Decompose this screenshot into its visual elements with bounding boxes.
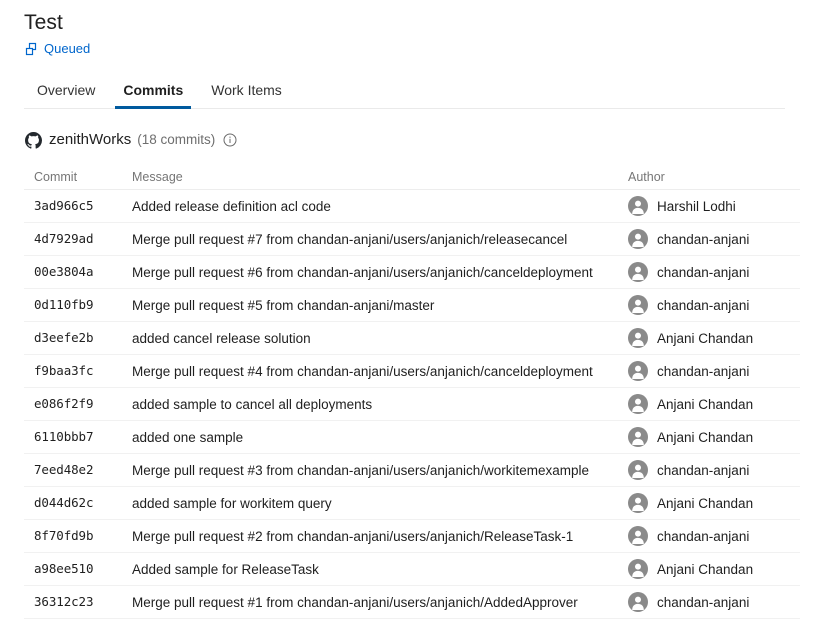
avatar [628,559,648,579]
commit-hash[interactable]: 00e3804a [24,264,128,280]
commit-hash[interactable]: 4d7929ad [24,231,128,247]
commit-message: Added sample for ReleaseTask [128,561,628,578]
commit-author-cell: Harshil Lodhi [628,196,800,216]
build-status-row[interactable]: Queued [24,40,824,58]
commit-message: Merge pull request #7 from chandan-anjan… [128,231,628,248]
table-row[interactable]: d3eefe2badded cancel release solution Anj… [24,322,800,355]
commit-hash[interactable]: 3ad966c5 [24,198,128,214]
commits-page: Test Queued Overview Commits Work Items … [0,0,824,616]
avatar [628,427,648,447]
avatar [628,196,648,216]
table-header-row: Commit Message Author [24,164,800,190]
commit-author-cell: Anjani Chandan [628,328,800,348]
commit-hash[interactable]: d044d62c [24,495,128,511]
table-row[interactable]: e086f2f9added sample to cancel all deplo… [24,388,800,421]
commit-message: Merge pull request #5 from chandan-anjan… [128,297,628,314]
commit-author-cell: chandan-anjani [628,460,800,480]
repository-name: zenithWorks [49,130,131,150]
avatar [628,592,648,612]
page-header: Test Queued [0,0,824,58]
commit-message: Merge pull request #4 from chandan-anjan… [128,363,628,380]
commit-author-name: Anjani Chandan [657,495,753,512]
commit-hash[interactable]: 7eed48e2 [24,462,128,478]
commit-author-cell: chandan-anjani [628,592,800,612]
table-body: 3ad966c5Added release definition acl cod… [24,190,800,619]
commit-author-name: Anjani Chandan [657,429,753,446]
commit-author-name: chandan-anjani [657,264,749,281]
commit-message: added one sample [128,429,628,446]
commit-hash[interactable]: d3eefe2b [24,330,128,346]
table-row[interactable]: 8f70fd9bMerge pull request #2 from chand… [24,520,800,553]
queued-stack-icon [24,42,38,56]
commit-hash[interactable]: f9baa3fc [24,363,128,379]
table-row[interactable]: 00e3804aMerge pull request #6 from chand… [24,256,800,289]
column-header-author: Author [628,169,800,185]
avatar [628,262,648,282]
column-header-commit: Commit [24,169,128,185]
commit-author-name: Anjani Chandan [657,561,753,578]
commit-author-cell: Anjani Chandan [628,493,800,513]
commit-author-cell: Anjani Chandan [628,394,800,414]
tab-commits[interactable]: Commits [109,82,197,108]
commit-message: added sample to cancel all deployments [128,396,628,413]
build-status-link[interactable]: Queued [44,41,90,57]
commit-author-cell: chandan-anjani [628,262,800,282]
commit-author-cell: chandan-anjani [628,295,800,315]
avatar [628,493,648,513]
commit-author-name: chandan-anjani [657,462,749,479]
commit-hash[interactable]: a98ee510 [24,561,128,577]
table-row[interactable]: a98ee510Added sample for ReleaseTask Anja… [24,553,800,586]
commit-author-cell: chandan-anjani [628,526,800,546]
table-row[interactable]: 7eed48e2Merge pull request #3 from chand… [24,454,800,487]
page-title: Test [24,10,824,36]
tab-work-items[interactable]: Work Items [197,82,296,108]
commit-message: Merge pull request #2 from chandan-anjan… [128,528,628,545]
commit-author-name: chandan-anjani [657,594,749,611]
commit-author-name: Harshil Lodhi [657,198,736,215]
table-row[interactable]: 4d7929adMerge pull request #7 from chand… [24,223,800,256]
commit-message: Merge pull request #6 from chandan-anjan… [128,264,628,281]
commit-author-cell: chandan-anjani [628,229,800,249]
table-row[interactable]: 6110bbb7added one sample Anjani Chandan [24,421,800,454]
avatar [628,526,648,546]
repository-heading: zenithWorks (18 commits) [24,129,824,151]
commit-message: Added release definition acl code [128,198,628,215]
commit-message: added cancel release solution [128,330,628,347]
avatar [628,295,648,315]
commit-message: added sample for workitem query [128,495,628,512]
commit-author-name: chandan-anjani [657,297,749,314]
commit-count-label: (18 commits) [137,130,215,150]
commit-author-cell: chandan-anjani [628,361,800,381]
avatar [628,328,648,348]
avatar [628,394,648,414]
commit-author-cell: Anjani Chandan [628,427,800,447]
commit-hash[interactable]: 0d110fb9 [24,297,128,313]
commit-author-name: Anjani Chandan [657,330,753,347]
commit-message: Merge pull request #3 from chandan-anjan… [128,462,628,479]
commit-hash[interactable]: 6110bbb7 [24,429,128,445]
tab-bar: Overview Commits Work Items [24,75,785,109]
avatar [628,229,648,249]
commit-author-cell: Anjani Chandan [628,559,800,579]
commit-author-name: chandan-anjani [657,231,749,248]
commit-hash[interactable]: 8f70fd9b [24,528,128,544]
github-octocat-icon [24,131,42,149]
avatar [628,361,648,381]
commit-hash[interactable]: e086f2f9 [24,396,128,412]
column-header-message: Message [128,169,628,185]
table-row[interactable]: 3ad966c5Added release definition acl cod… [24,190,800,223]
commit-author-name: chandan-anjani [657,528,749,545]
table-row[interactable]: 36312c23Merge pull request #1 from chand… [24,586,800,619]
table-row[interactable]: f9baa3fcMerge pull request #4 from chand… [24,355,800,388]
commit-hash[interactable]: 36312c23 [24,594,128,610]
avatar [628,460,648,480]
table-row[interactable]: d044d62cadded sample for workitem query A… [24,487,800,520]
commit-message: Merge pull request #1 from chandan-anjan… [128,594,628,611]
tab-overview[interactable]: Overview [24,82,109,108]
table-row[interactable]: 0d110fb9Merge pull request #5 from chand… [24,289,800,322]
commit-author-name: Anjani Chandan [657,396,753,413]
commits-table: Commit Message Author 3ad966c5Added rele… [24,164,800,619]
commit-author-name: chandan-anjani [657,363,749,380]
info-circle-icon[interactable] [223,133,237,147]
